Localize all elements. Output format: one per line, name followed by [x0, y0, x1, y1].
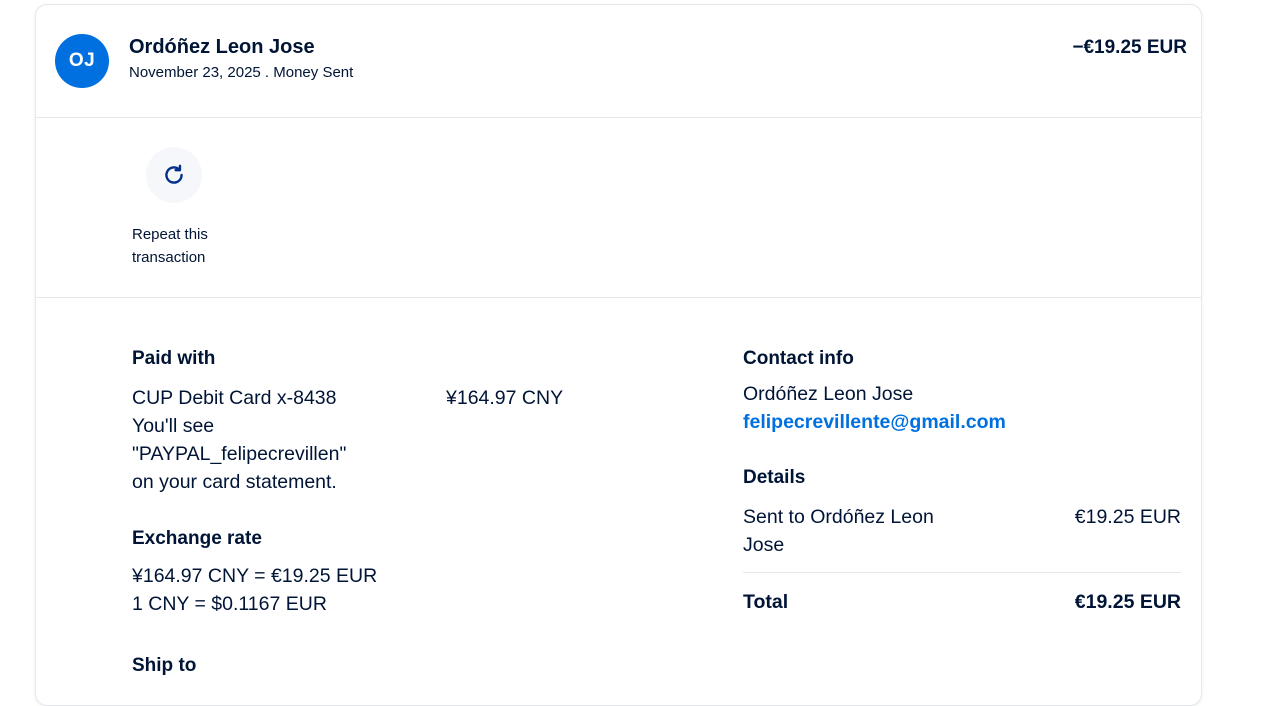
- details-divider: [743, 572, 1181, 573]
- contact-info-heading: Contact info: [743, 348, 854, 369]
- avatar: OJ: [55, 34, 109, 88]
- exchange-rate-total: ¥164.97 CNY = €19.25 EUR: [132, 565, 378, 587]
- ship-to-heading: Ship to: [132, 655, 197, 676]
- statement-note-line3: on your card statement.: [132, 471, 337, 493]
- transaction-card: OJ Ordóñez Leon Jose November 23, 2025 .…: [35, 4, 1202, 706]
- total-label: Total: [743, 591, 789, 613]
- sent-to-line1: Sent to Ordóñez Leon: [743, 506, 934, 528]
- exchange-rate-unit: 1 CNY = $0.1167 EUR: [132, 593, 327, 615]
- sent-amount: €19.25 EUR: [1074, 506, 1181, 528]
- counterparty-name: Ordóñez Leon Jose: [129, 36, 315, 58]
- details-section: Paid with CUP Debit Card x-8438 ¥164.97 …: [36, 298, 1201, 705]
- sent-to-line2: Jose: [743, 534, 785, 556]
- refresh-icon: [165, 164, 183, 184]
- actions-section: Repeat this transaction: [36, 118, 1201, 298]
- payment-card-amount: ¥164.97 CNY: [446, 387, 564, 409]
- payment-card: CUP Debit Card x-8438: [132, 387, 337, 409]
- paid-with-heading: Paid with: [132, 348, 216, 369]
- repeat-transaction-label[interactable]: Repeat this transaction: [132, 223, 242, 269]
- transaction-amount: −€19.25 EUR: [1072, 37, 1187, 58]
- transaction-header: OJ Ordóñez Leon Jose November 23, 2025 .…: [36, 5, 1201, 118]
- transaction-date-type: November 23, 2025 . Money Sent: [129, 64, 354, 81]
- statement-descriptor: "PAYPAL_felipecrevillen": [132, 443, 347, 465]
- contact-email-link[interactable]: felipecrevillente@gmail.com: [743, 408, 1006, 436]
- repeat-transaction-button[interactable]: [146, 147, 202, 203]
- exchange-rate-heading: Exchange rate: [132, 528, 262, 549]
- contact-name: Ordóñez Leon Jose: [743, 383, 914, 405]
- statement-note-line1: You'll see: [132, 415, 215, 437]
- avatar-initials: OJ: [68, 50, 96, 71]
- details-heading: Details: [743, 467, 806, 488]
- total-amount: €19.25 EUR: [1074, 591, 1181, 613]
